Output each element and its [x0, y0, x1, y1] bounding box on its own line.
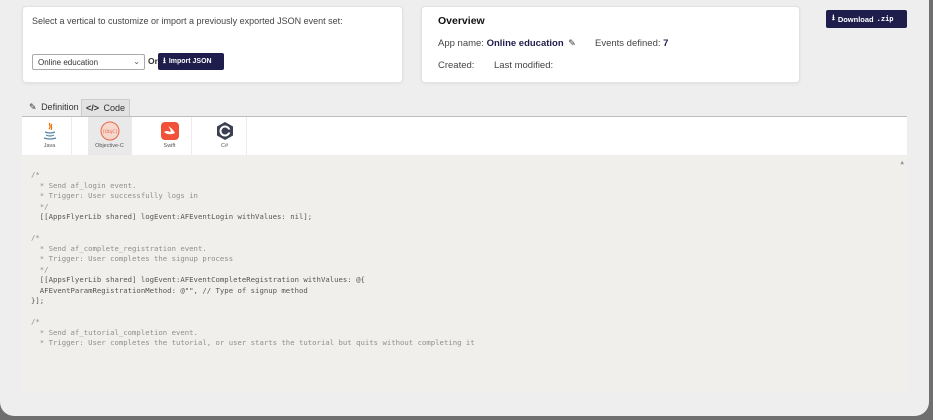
app-name-label: App name: — [438, 38, 484, 49]
language-objective-c-label: Objective-C — [95, 143, 124, 149]
code-line: * Send af_login event. — [31, 180, 137, 190]
vertical-select[interactable]: Online education ⌄ — [32, 54, 145, 70]
code-line: [[AppsFlyerLib shared] logEvent:AFEventL… — [31, 212, 313, 221]
code-line: * Send af_tutorial_completion event. — [31, 327, 198, 337]
svg-text:[ObjC]: [ObjC] — [102, 129, 117, 135]
code-snippet[interactable]: ▲ /* * Send af_login event. * Trigger: U… — [22, 156, 907, 392]
pencil-icon[interactable]: ✎ — [568, 38, 576, 48]
edit-icon: ✎ — [29, 102, 37, 112]
code-line: AFEventParamRegistrationMethod: @"", // … — [31, 285, 308, 295]
code-lines: /* * Send af_login event. * Trigger: Use… — [31, 170, 907, 349]
import-json-label: Import JSON — [168, 58, 212, 65]
download-label: Download — [837, 14, 874, 24]
swift-icon — [160, 122, 179, 140]
code-line: * Trigger: User successfully logs in — [31, 191, 198, 200]
code-line: /* — [31, 170, 40, 179]
code-line: * Trigger: User completes the tutorial, … — [31, 338, 475, 347]
language-objective-c[interactable]: [ObjC] Objective-C — [88, 117, 132, 155]
language-csharp[interactable]: C# — [203, 117, 247, 155]
download-ext: .zip — [876, 15, 894, 23]
code-line: [[AppsFlyerLib shared] logEvent:AFEventC… — [31, 275, 365, 284]
download-zip-button[interactable]: ⭳ Download .zip — [826, 10, 907, 28]
code-line: }]; — [31, 296, 45, 305]
code-line: * Trigger: User completes the signup pro… — [31, 254, 234, 263]
app-name-value: Online education — [486, 38, 564, 49]
code-line: */ — [31, 201, 49, 211]
vertical-prompt: Select a vertical to customize or import… — [32, 16, 343, 26]
events-defined-label: Events defined: — [595, 38, 661, 49]
tab-code[interactable]: </> Code — [81, 99, 131, 116]
created-label: Created: — [438, 60, 475, 71]
vertical-select-value: Online education — [38, 58, 99, 67]
language-csharp-label: C# — [220, 143, 229, 149]
or-label: Or — [148, 56, 158, 66]
language-java[interactable]: Java — [28, 117, 72, 155]
code-icon: </> — [86, 103, 100, 113]
upload-icon: ⭳ — [163, 55, 166, 65]
tab-code-label: Code — [103, 103, 126, 113]
overview-title: Overview — [438, 15, 485, 27]
code-line: */ — [31, 264, 49, 274]
language-swift[interactable]: Swift — [148, 117, 192, 155]
code-line: /* — [31, 317, 40, 326]
events-defined-value: 7 — [663, 38, 669, 49]
code-line: * Send af_complete_registration event. — [31, 243, 207, 253]
app-frame: Select a vertical to customize or import… — [0, 0, 929, 416]
scroll-up-arrow-icon[interactable]: ▲ — [900, 158, 904, 169]
code-line: /* — [31, 233, 40, 242]
language-selector: Java [ObjC] Objective-C Swift C# — [22, 117, 907, 155]
view-tabs: ✎ Definition </> Code — [22, 97, 907, 117]
app-name-row: App name: Online education ✎ — [438, 38, 576, 49]
import-json-button[interactable]: ⭳ Import JSON — [158, 53, 224, 70]
tab-definition-label: Definition — [41, 102, 79, 112]
last-modified-label: Last modified: — [494, 60, 554, 71]
tab-definition[interactable]: ✎ Definition — [25, 99, 83, 116]
chevron-down-icon: ⌄ — [133, 57, 140, 66]
java-icon — [43, 122, 56, 140]
vertical-select-card: Select a vertical to customize or import… — [22, 6, 403, 83]
csharp-icon — [216, 122, 233, 140]
objective-c-icon: [ObjC] — [100, 121, 119, 141]
events-defined-row: Events defined: 7 — [595, 38, 668, 49]
download-icon: ⭳ — [832, 13, 835, 22]
language-java-label: Java — [43, 143, 56, 149]
overview-card: Overview App name: Online education ✎ Ev… — [421, 6, 800, 83]
language-swift-label: Swift — [163, 143, 176, 149]
